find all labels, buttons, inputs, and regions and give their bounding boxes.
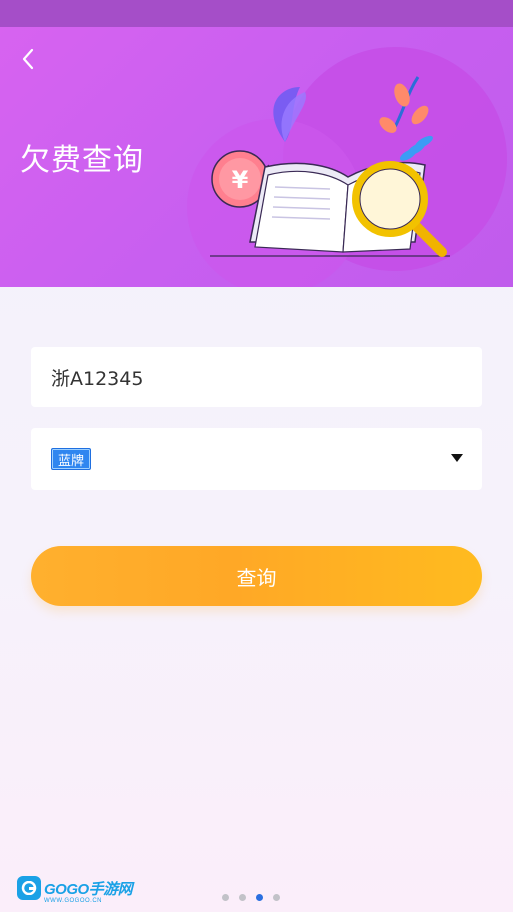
plate-number-input[interactable]: 浙A12345 [31, 347, 482, 407]
page-dot [239, 894, 246, 901]
page-indicator [222, 894, 280, 901]
page-dot [222, 894, 229, 901]
status-bar [0, 0, 513, 27]
plate-color-tag: 蓝牌 [51, 448, 92, 470]
query-illustration: ¥ [187, 47, 507, 287]
currency-symbol: ¥ [232, 166, 249, 194]
watermark-logo: GOGO手游网 WWW.GOGOO.CN [17, 876, 133, 904]
page-dot-active [256, 894, 263, 901]
header-banner: 欠费查询 ¥ [0, 27, 513, 287]
watermark-domain: WWW.GOGOO.CN [44, 898, 102, 904]
chevron-left-icon [22, 48, 34, 70]
triangle-down-icon [451, 454, 463, 462]
back-button[interactable] [14, 45, 42, 73]
page-title: 欠费查询 [20, 143, 144, 178]
plate-color-select[interactable]: 蓝牌 [31, 428, 482, 490]
watermark-brand: GOGO手游网 [44, 880, 133, 898]
query-button[interactable]: 查询 [31, 546, 482, 606]
plate-number-value: 浙A12345 [51, 367, 144, 390]
page-dot [273, 894, 280, 901]
gamepad-icon [17, 876, 41, 900]
